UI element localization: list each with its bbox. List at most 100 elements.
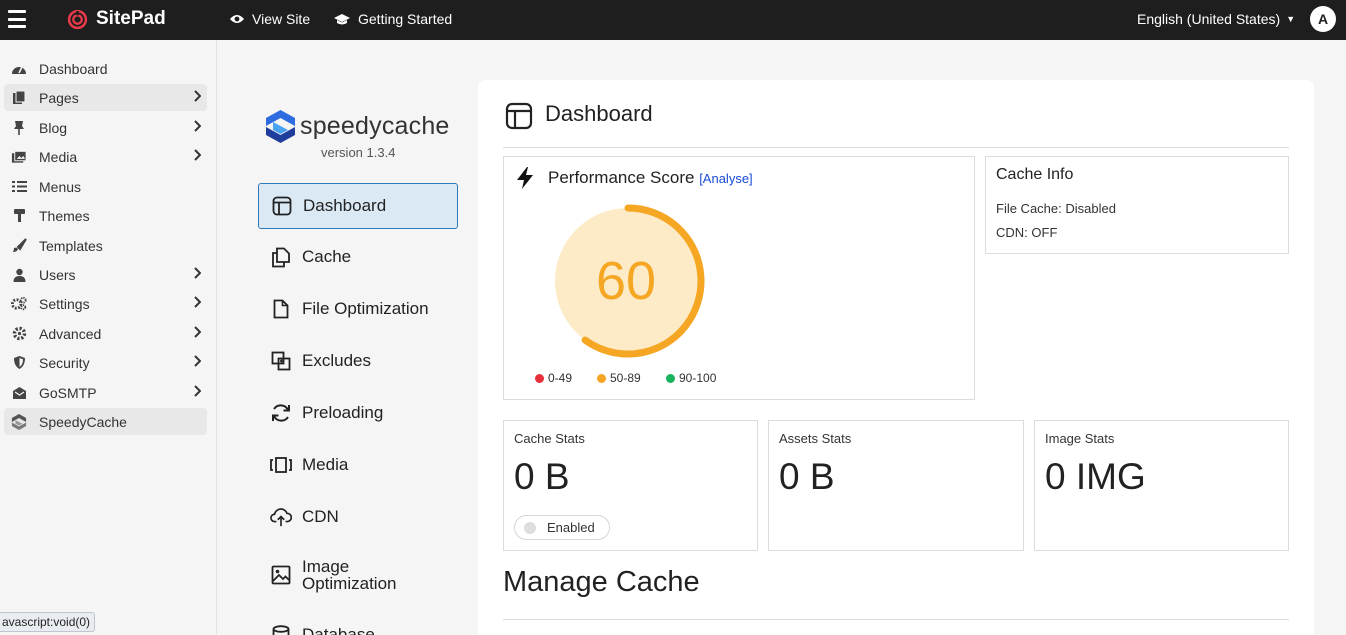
cdn-status: CDN: OFF <box>996 225 1058 240</box>
page-title: Dashboard <box>545 101 653 126</box>
paint-roller-icon <box>11 208 27 224</box>
menu-list-icon <box>11 179 27 195</box>
cache-stats-value: 0 B <box>514 456 570 497</box>
speedycache-icon <box>11 413 27 430</box>
shield-icon <box>11 355 27 371</box>
score-gauge: 60 <box>555 204 705 358</box>
cache-stats-title: Cache Stats <box>514 431 585 446</box>
speedycache-logo: speedycache <box>265 109 450 144</box>
top-bar: SitePad View Site Getting Started Englis… <box>0 0 1346 40</box>
sidebar-item-label: Themes <box>39 207 90 224</box>
user-icon <box>11 267 27 283</box>
plugin-nav-label: Dashboard <box>303 196 387 215</box>
legend-label: 50-89 <box>610 371 641 385</box>
chevron-right-icon <box>193 120 202 135</box>
legend-dot <box>666 373 675 383</box>
performance-title-text: Performance Score <box>548 168 695 187</box>
plugin-version: version 1.3.4 <box>321 145 396 160</box>
plugin-nav-database[interactable]: Database <box>258 612 458 635</box>
chevron-right-icon <box>193 385 202 400</box>
media-frame-icon <box>270 454 292 476</box>
refresh-icon <box>270 402 292 424</box>
gears-icon <box>11 296 27 312</box>
sitepad-swirl-icon <box>67 9 88 29</box>
view-site-label: View Site <box>252 11 311 27</box>
plugin-nav-label: CDN <box>302 507 339 526</box>
sidebar-item-label: Dashboard <box>39 60 108 77</box>
chevron-right-icon <box>193 326 202 341</box>
analyse-link[interactable]: [Analyse] <box>699 171 752 186</box>
assets-stats-title: Assets Stats <box>779 431 852 446</box>
legend-label: 0-49 <box>548 371 573 385</box>
image-stats-value: 0 IMG <box>1045 456 1146 497</box>
sitepad-logo[interactable]: SitePad <box>67 8 166 30</box>
image-stats-title: Image Stats <box>1045 431 1115 446</box>
view-site-link[interactable]: View Site <box>229 11 310 27</box>
toggle-knob <box>524 521 536 534</box>
eye-icon <box>230 15 244 23</box>
sidebar-item-label: GoSMTP <box>39 384 97 401</box>
plugin-nav-cdn[interactable]: CDN <box>258 494 458 540</box>
plugin-nav-dashboard[interactable]: Dashboard <box>258 183 458 229</box>
sidebar-item-label: Templates <box>39 237 103 254</box>
plugin-nav-label: Excludes <box>302 351 371 370</box>
plugin-nav-label: Database <box>302 625 375 635</box>
sidebar-item-blog[interactable]: Blog <box>4 114 207 141</box>
legend-dot <box>597 373 606 383</box>
legend-item: 90-100 <box>666 371 716 385</box>
caret-down-icon: ▼ <box>1286 14 1296 24</box>
sidebar-item-gosmtp[interactable]: GoSMTP <box>4 379 207 406</box>
sidebar-item-advanced[interactable]: Advanced <box>4 320 207 347</box>
plugin-nav-cache[interactable]: Cache <box>258 234 458 280</box>
plugin-nav-excludes[interactable]: Excludes <box>258 338 458 384</box>
sidebar-item-pages[interactable]: Pages <box>4 84 207 111</box>
file-cache-status: File Cache: Disabled <box>996 201 1116 216</box>
sidebar-item-templates[interactable]: Templates <box>4 232 207 259</box>
hamburger-menu-icon[interactable] <box>8 10 26 28</box>
plugin-nav-file-optimization[interactable]: File Optimization <box>258 286 458 332</box>
cloud-upload-icon <box>270 506 292 528</box>
plugin-nav-preloading[interactable]: Preloading <box>258 390 458 436</box>
plugin-name: speedycache <box>300 112 450 140</box>
performance-score-title: Performance Score [Analyse] <box>548 168 753 188</box>
sidebar-item-menus[interactable]: Menus <box>4 173 207 200</box>
database-icon <box>270 624 292 635</box>
speedycache-logo-icon <box>266 110 295 143</box>
sidebar-item-speedycache[interactable]: SpeedyCache <box>4 408 207 435</box>
legend-item: 0-49 <box>535 371 572 385</box>
cache-enabled-toggle[interactable]: Enabled <box>514 515 610 540</box>
sidebar-item-label: Settings <box>39 295 90 312</box>
sidebar-item-label: Menus <box>39 178 82 195</box>
sidebar-item-label: Users <box>39 266 76 283</box>
media-icon <box>11 149 27 165</box>
sidebar-item-settings[interactable]: Settings <box>4 290 207 317</box>
dashboard-icon <box>11 61 27 77</box>
language-selector[interactable]: English (United States) ▼ <box>1137 11 1295 27</box>
toggle-label: Enabled <box>547 520 595 535</box>
sidebar-item-dashboard[interactable]: Dashboard <box>4 55 207 82</box>
pin-icon <box>11 120 27 136</box>
chevron-right-icon <box>193 355 202 370</box>
plugin-nav-media[interactable]: Media <box>258 442 458 488</box>
chevron-right-icon <box>193 296 202 311</box>
mail-icon <box>11 385 27 401</box>
layout-icon <box>505 102 533 130</box>
exclude-icon <box>270 350 292 372</box>
sidebar-item-label: Blog <box>39 119 68 136</box>
getting-started-link[interactable]: Getting Started <box>333 11 452 27</box>
graduation-cap-icon <box>334 13 350 24</box>
sidebar-item-media[interactable]: Media <box>4 143 207 170</box>
divider-bottom <box>503 619 1289 620</box>
avatar[interactable]: A <box>1310 6 1336 32</box>
sidebar-item-themes[interactable]: Themes <box>4 202 207 229</box>
layout-icon <box>271 195 293 217</box>
sidebar-item-users[interactable]: Users <box>4 261 207 288</box>
bolt-icon <box>517 167 533 189</box>
chevron-right-icon <box>193 149 202 164</box>
sidebar-item-label: Advanced <box>39 325 102 342</box>
copy-icon <box>270 246 292 268</box>
plugin-nav-label: File Optimization <box>302 299 429 318</box>
plugin-nav-image-optimization[interactable]: Image Optimization <box>258 552 458 598</box>
brush-icon <box>11 238 27 254</box>
sidebar-item-security[interactable]: Security <box>4 349 207 376</box>
